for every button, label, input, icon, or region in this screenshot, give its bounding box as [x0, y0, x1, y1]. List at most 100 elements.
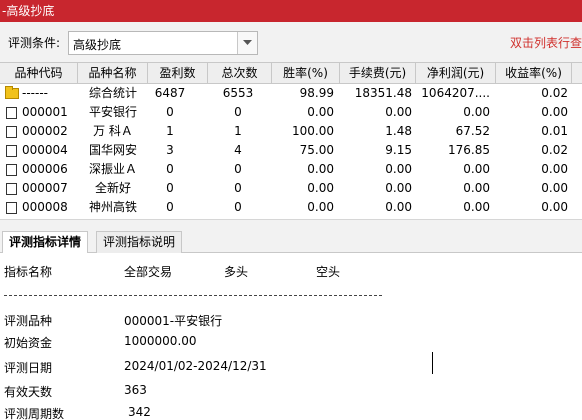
column-header-return[interactable]: 收益率(%) — [496, 63, 572, 83]
cell-winrate: 100.00 — [292, 124, 334, 138]
condition-select[interactable]: 高级抄底 — [68, 31, 258, 55]
detail-value: 342 — [128, 405, 151, 419]
detail-header-name: 指标名称 — [4, 265, 53, 279]
cell-profit: 0.00 — [463, 181, 490, 195]
column-header-winrate[interactable]: 胜率(%) — [272, 63, 340, 83]
condition-bar: 评测条件: 高级抄底 双击列表行查 — [0, 22, 582, 62]
metric-details-panel: 指标名称 全部交易 多头 空头 评测品种 000001-平安银行 初始资金 10… — [0, 253, 582, 420]
table-row[interactable]: 000008 神州高铁 0 0 0.00 0.00 0.00 0.00 — [0, 198, 582, 217]
cell-total: 0 — [234, 181, 242, 195]
detail-value: 000001-平安银行 — [124, 314, 223, 328]
condition-select-value: 高级抄底 — [73, 38, 122, 52]
folder-icon — [5, 86, 19, 99]
column-header-code[interactable]: 品种代码 — [0, 63, 78, 83]
table-header: 品种代码 品种名称 盈利数 总次数 胜率(%) 手续费(元) 净利润(元) 收益… — [0, 62, 582, 84]
cell-code: ------ — [22, 86, 48, 100]
column-header-name[interactable]: 品种名称 — [78, 63, 148, 83]
table-row[interactable]: 000006 深振业Ａ 0 0 0.00 0.00 0.00 0.00 — [0, 160, 582, 179]
cell-profit: 176.85 — [448, 143, 490, 157]
cell-fee: 0.00 — [385, 105, 412, 119]
tab-metric-explanation[interactable]: 评测指标说明 — [96, 231, 183, 253]
cell-wins: 1 — [166, 124, 174, 138]
cell-total: 4 — [234, 143, 242, 157]
detail-header-long: 多头 — [224, 265, 249, 279]
condition-label: 评测条件: — [8, 36, 61, 50]
cell-code: 000001 — [22, 105, 68, 119]
tab-metric-details[interactable]: 评测指标详情 — [2, 231, 89, 254]
panel-splitter[interactable] — [0, 219, 582, 229]
divider — [4, 295, 382, 296]
document-icon — [6, 164, 17, 176]
column-header-total[interactable]: 总次数 — [208, 63, 272, 83]
cell-profit: 0.00 — [463, 105, 490, 119]
cell-winrate: 0.00 — [307, 181, 334, 195]
cell-fee: 0.00 — [385, 200, 412, 214]
cell-fee: 18351.48 — [354, 86, 412, 100]
cell-profit: 1064207.... — [421, 86, 490, 100]
cell-wins: 0 — [166, 200, 174, 214]
hint-text: 双击列表行查 — [510, 36, 582, 50]
column-header-profit[interactable]: 净利润(元) — [416, 63, 496, 83]
cell-winrate: 0.00 — [307, 162, 334, 176]
cell-total: 0 — [234, 200, 242, 214]
cell-name: 万 科Ａ — [93, 124, 133, 138]
table-body: ------ 综合统计 6487 6553 98.99 18351.48 106… — [0, 84, 582, 219]
cell-total: 6553 — [222, 86, 254, 100]
cell-return: 0.01 — [541, 124, 568, 138]
table-row[interactable]: 000002 万 科Ａ 1 1 100.00 1.48 67.52 0.01 — [0, 122, 582, 141]
cell-winrate: 0.00 — [307, 105, 334, 119]
cell-return: 0.02 — [541, 86, 568, 100]
detail-label: 评测日期 — [4, 361, 53, 375]
table-row-summary[interactable]: ------ 综合统计 6487 6553 98.99 18351.48 106… — [0, 84, 582, 103]
cell-winrate: 98.99 — [299, 86, 334, 100]
cell-wins: 0 — [166, 181, 174, 195]
column-header-wins[interactable]: 盈利数 — [148, 63, 208, 83]
detail-label: 初始资金 — [4, 336, 53, 350]
window-title: -高级抄底 — [2, 4, 55, 18]
detail-header-short: 空头 — [316, 265, 341, 279]
cell-code: 000008 — [22, 200, 68, 214]
cell-winrate: 0.00 — [307, 200, 334, 214]
cell-winrate: 75.00 — [299, 143, 334, 157]
cell-wins: 0 — [166, 162, 174, 176]
cell-profit: 0.00 — [463, 200, 490, 214]
detail-label: 评测品种 — [4, 314, 53, 328]
cell-fee: 0.00 — [385, 181, 412, 195]
document-icon — [6, 107, 17, 119]
detail-label: 有效天数 — [4, 385, 53, 399]
cell-profit: 67.52 — [455, 124, 490, 138]
dropdown-button[interactable] — [237, 32, 257, 54]
detail-value: 2024/01/02-2024/12/31 — [124, 359, 267, 373]
cell-total: 0 — [234, 105, 242, 119]
detail-label: 评测周期数 — [4, 407, 65, 420]
document-icon — [6, 126, 17, 138]
detail-value: 1000000.00 — [124, 334, 197, 348]
cell-name: 神州高铁 — [88, 200, 137, 214]
table-row[interactable]: 000007 全新好 0 0 0.00 0.00 0.00 0.00 — [0, 179, 582, 198]
cell-profit: 0.00 — [463, 162, 490, 176]
column-header-fee[interactable]: 手续费(元) — [340, 63, 416, 83]
document-icon — [6, 202, 17, 214]
cell-code: 000007 — [22, 181, 68, 195]
cell-code: 000006 — [22, 162, 68, 176]
table-row[interactable]: 000004 国华网安 3 4 75.00 9.15 176.85 0.02 — [0, 141, 582, 160]
cell-total: 1 — [234, 124, 242, 138]
cell-return: 0.00 — [541, 162, 568, 176]
document-icon — [6, 183, 17, 195]
table-row[interactable]: 000001 平安银行 0 0 0.00 0.00 0.00 0.00 — [0, 103, 582, 122]
document-icon — [6, 145, 17, 157]
cell-name: 国华网安 — [88, 143, 137, 157]
cell-code: 000004 — [22, 143, 68, 157]
cell-return: 0.00 — [541, 181, 568, 195]
detail-tabs: 评测指标详情 评测指标说明 — [0, 229, 582, 254]
chevron-down-icon — [243, 40, 252, 45]
cell-fee: 9.15 — [385, 143, 412, 157]
detail-value: 363 — [124, 383, 147, 397]
cell-wins: 3 — [166, 143, 174, 157]
cell-return: 0.00 — [541, 200, 568, 214]
text-caret — [432, 352, 433, 374]
cell-return: 0.00 — [541, 105, 568, 119]
cell-name: 综合统计 — [88, 86, 137, 100]
cell-name: 平安银行 — [88, 105, 137, 119]
cell-name: 深振业Ａ — [88, 162, 137, 176]
